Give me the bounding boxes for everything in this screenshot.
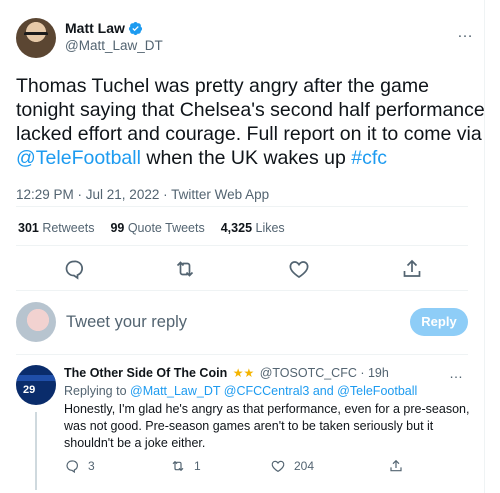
retweets-count: 301: [18, 221, 39, 235]
verified-badge-icon: [128, 21, 142, 35]
author-handle[interactable]: @Matt_Law_DT: [65, 37, 163, 55]
divider: [16, 245, 468, 246]
reply-button[interactable]: Reply: [410, 308, 468, 336]
retweet-icon[interactable]: [173, 257, 197, 281]
reply-header: The Other Side Of The Coin ★★ @TOSOTC_CF…: [64, 365, 474, 381]
user-avatar[interactable]: [16, 302, 56, 342]
main-tweet: Matt Law @Matt_Law_DT … Thomas Tuchel wa…: [16, 14, 485, 207]
tweet-text-part1: Thomas Tuchel was pretty angry after the…: [16, 75, 485, 145]
reply-author-avatar[interactable]: 29: [16, 365, 56, 405]
reply-body: The Other Side Of The Coin ★★ @TOSOTC_CF…: [64, 365, 474, 452]
tweet-timestamp[interactable]: 12:29 PM · Jul 21, 2022 · Twitter Web Ap…: [16, 187, 476, 207]
reply-composer: Tweet your reply Reply: [16, 300, 468, 344]
hashtag-link[interactable]: #cfc: [351, 147, 387, 169]
likes-count: 4,325: [220, 221, 253, 235]
thread-line: [35, 412, 37, 490]
replying-to-links[interactable]: @Matt_Law_DT @CFCCentral3 and @TeleFootb…: [130, 384, 417, 398]
divider: [16, 290, 468, 291]
author-name[interactable]: Matt Law: [65, 19, 125, 37]
reply-icon[interactable]: [62, 257, 86, 281]
reply-input[interactable]: Tweet your reply: [66, 313, 187, 332]
author-info: Matt Law @Matt_Law_DT: [65, 19, 163, 55]
likes-stat[interactable]: 4,325 Likes: [221, 221, 285, 235]
reply-share-action[interactable]: [388, 458, 404, 474]
reply-retweet-action[interactable]: 1: [170, 458, 201, 474]
retweets-label: Retweets: [38, 221, 95, 235]
reply-icon: [66, 460, 79, 474]
retweets-stat[interactable]: 301 Retweets: [18, 221, 94, 235]
more-options-icon[interactable]: …: [457, 24, 474, 42]
tweet-text-part2: when the UK wakes up: [140, 147, 352, 169]
reply-actions: 3 1 204: [64, 458, 444, 478]
like-count: 204: [294, 459, 315, 473]
quotes-label: Quote Tweets: [124, 221, 205, 235]
author-name-row[interactable]: Matt Law: [65, 19, 163, 37]
retweet-count: 1: [194, 459, 201, 473]
quote-tweets-stat[interactable]: 99 Quote Tweets: [110, 221, 204, 235]
avatar-stripe: [16, 375, 56, 381]
replying-to: Replying to @Matt_Law_DT @CFCCentral3 an…: [64, 383, 474, 399]
engagement-stats: 301 Retweets 99 Quote Tweets 4,325 Likes: [18, 221, 301, 235]
reply-text: Honestly, I'm glad he's angry as that pe…: [64, 402, 470, 450]
star-emoji-icon: ★★: [232, 366, 255, 380]
tweet-actions: [0, 257, 484, 281]
divider: [16, 206, 468, 207]
reply-like-action[interactable]: 204: [270, 458, 314, 474]
like-icon: [271, 460, 285, 473]
reply-reply-action[interactable]: 3: [64, 458, 95, 474]
retweet-icon: [172, 460, 184, 472]
divider: [16, 354, 468, 355]
reply-more-icon[interactable]: …: [449, 365, 464, 381]
author-row: Matt Law @Matt_Law_DT …: [16, 14, 476, 62]
avatar-number: 29: [23, 384, 36, 396]
author-avatar[interactable]: [16, 18, 56, 58]
likes-label: Likes: [252, 221, 285, 235]
quotes-count: 99: [110, 221, 125, 235]
mention-link[interactable]: @TeleFootball: [16, 147, 141, 169]
tweet-text: Thomas Tuchel was pretty angry after the…: [16, 74, 486, 170]
reply-author-name[interactable]: The Other Side Of The Coin: [64, 366, 227, 380]
share-icon: [390, 459, 402, 472]
avatar-glasses: [24, 32, 48, 38]
reply-count: 3: [88, 459, 95, 473]
reply-author-handle[interactable]: @TOSOTC_CFC · 19h: [260, 366, 389, 380]
like-icon[interactable]: [287, 257, 311, 281]
replying-prefix: Replying to: [64, 384, 131, 398]
share-icon[interactable]: [400, 257, 424, 281]
